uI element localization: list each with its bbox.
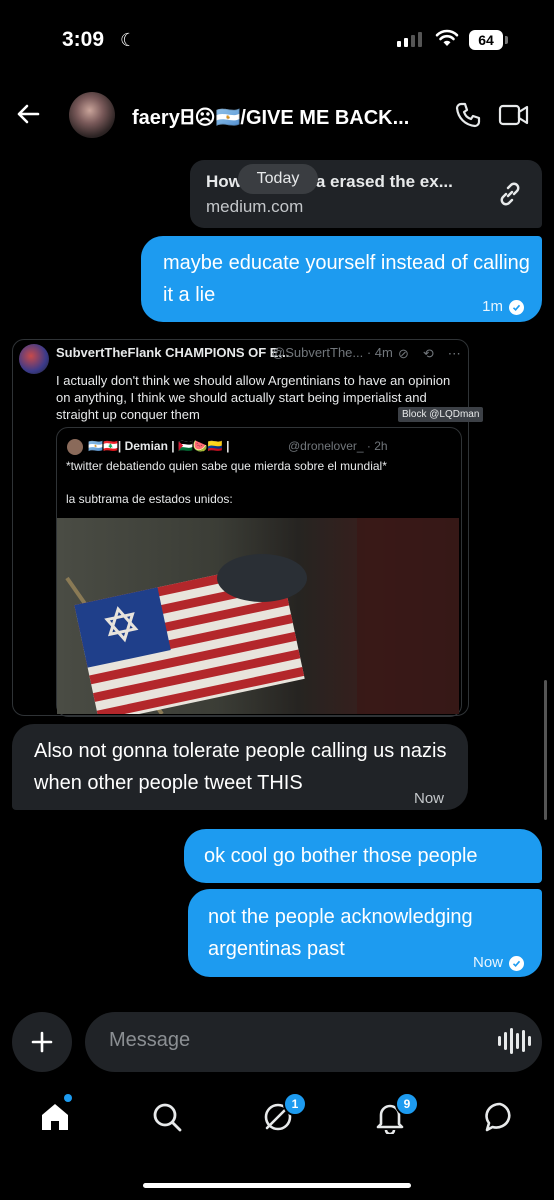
message-text: maybe educate yourself instead of callin…: [163, 252, 530, 306]
focus-moon-icon: ☾: [120, 30, 137, 50]
sent-message-bubble[interactable]: not the people acknowledging argentinas …: [188, 889, 542, 977]
status-time: 3:09: [62, 28, 105, 51]
plus-icon: [31, 1031, 53, 1053]
inner-tweet-avatar: [67, 439, 83, 455]
phone-call-icon[interactable]: [453, 100, 483, 135]
message-time: Now: [472, 954, 503, 971]
message-text: Also not gonna tolerate people calling u…: [34, 740, 447, 794]
conversation-title[interactable]: faery𐊧☹🇦🇷/GIVE ME BACK...: [132, 103, 409, 130]
message-text: ok cool go bother those people: [204, 845, 478, 867]
date-divider: Today: [238, 164, 318, 194]
message-meta: Now: [473, 947, 524, 979]
sent-message-bubble[interactable]: maybe educate yourself instead of callin…: [141, 236, 542, 322]
message-meta: 1m: [482, 291, 524, 323]
tweet-author-avatar: [19, 344, 49, 374]
tweet-block-label: Block @LQDman: [398, 407, 484, 422]
notifications-badge: 9: [395, 1092, 419, 1116]
link-chain-icon: [494, 178, 526, 215]
message-time: Now: [414, 790, 445, 807]
nav-search-icon[interactable]: [150, 1100, 184, 1139]
message-input-container[interactable]: [85, 1012, 542, 1072]
received-message-bubble[interactable]: Also not gonna tolerate people calling u…: [12, 724, 468, 810]
tweet-author-handle: @SubvertThe... · 4m: [272, 345, 393, 360]
tweet-action-icons: ⊘⟲⋯: [398, 346, 475, 361]
nav-grok-icon[interactable]: 1: [261, 1092, 307, 1139]
cellular-signal-icon: [397, 32, 422, 47]
home-indicator[interactable]: [143, 1183, 411, 1188]
add-attachment-button[interactable]: [12, 1012, 72, 1072]
video-call-icon[interactable]: [498, 101, 530, 134]
nav-home-icon[interactable]: [38, 1094, 72, 1139]
battery-indicator: 64: [469, 30, 503, 50]
contact-avatar[interactable]: [69, 92, 115, 138]
tweet-author-name: SubvertTheFlank CHAMPIONS OF E...: [56, 345, 290, 360]
scrollbar[interactable]: [544, 680, 547, 820]
flag-illustration: [65, 518, 459, 714]
inner-tweet-line-1: *twitter debatiendo quien sabe que mierd…: [66, 459, 387, 473]
inner-tweet-handle: @dronelover_ · 2h: [288, 439, 388, 453]
message-input[interactable]: [107, 1028, 471, 1053]
voice-message-icon[interactable]: [498, 1028, 531, 1054]
flag-photo: [57, 518, 459, 714]
read-check-icon: [509, 299, 524, 315]
nav-notifications-icon[interactable]: 9: [373, 1092, 419, 1139]
grok-badge: 1: [283, 1092, 307, 1116]
sent-message-bubble[interactable]: ok cool go bother those people: [184, 829, 542, 883]
message-time: 1m: [482, 298, 503, 315]
inner-tweet-author: 🇦🇷🇱🇧| Demian | 🇵🇸🍉🇨🇴 |: [88, 439, 230, 453]
battery-tip: [505, 36, 508, 44]
link-preview-domain: medium.com: [206, 197, 304, 216]
read-check-icon: [509, 955, 524, 971]
inner-tweet-line-2: la subtrama de estados unidos:: [66, 492, 233, 506]
back-arrow-icon[interactable]: [14, 100, 42, 133]
wifi-icon: [435, 28, 459, 53]
home-unread-dot: [64, 1094, 72, 1102]
nav-messages-icon[interactable]: [483, 1100, 517, 1139]
